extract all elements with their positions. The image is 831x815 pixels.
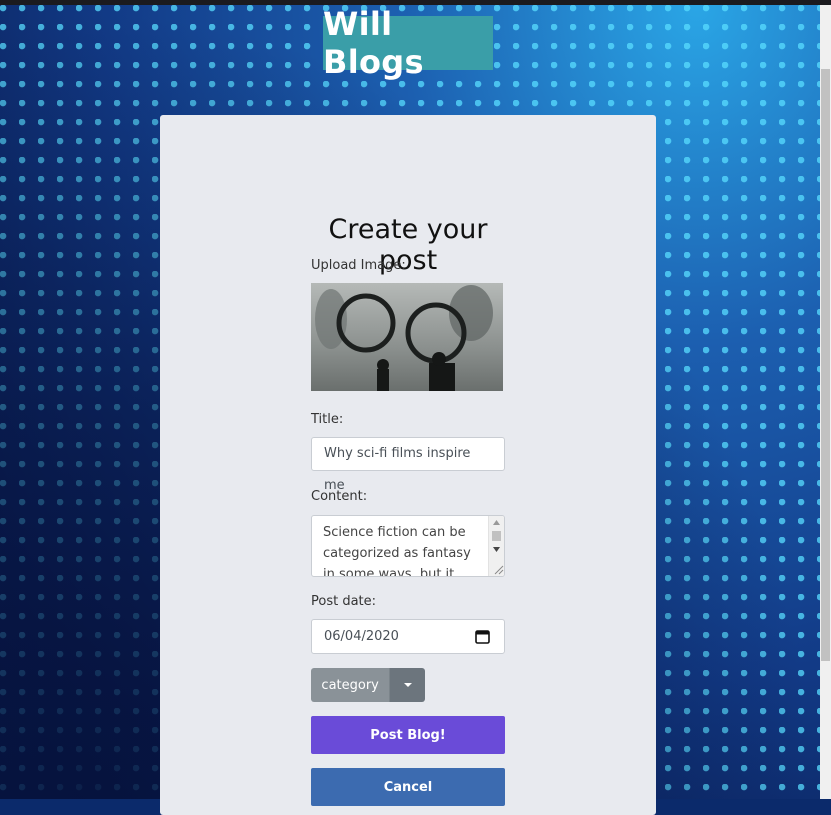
calendar-icon[interactable] [475,629,490,644]
title-input[interactable]: Why sci-fi films inspire me [311,437,505,493]
category-toggle[interactable] [389,668,425,702]
scroll-down-icon[interactable] [493,547,500,552]
scroll-up-icon[interactable] [493,520,500,525]
post-date-input[interactable]: 06/04/2020 [311,619,505,654]
page-scrollbar[interactable] [820,5,831,799]
content-scroll-thumb[interactable] [492,531,501,541]
site-logo[interactable]: Will Blogs [323,5,493,81]
content-text: Science fiction can be categorized as fa… [323,525,471,577]
caret-down-icon [403,683,412,687]
page-scrollbar-thumb[interactable] [821,69,830,661]
content-scrollbar-art [492,520,504,575]
upload-image-label: Upload Image: [311,258,406,273]
post-date-value: 06/04/2020 [324,629,399,644]
content-textarea[interactable]: Science fiction can be categorized as fa… [311,515,505,577]
title-label: Title: [311,412,344,427]
content-scrollbar[interactable] [488,516,504,576]
category-dropdown[interactable]: category [311,668,425,702]
resize-grip-icon[interactable] [494,565,504,575]
post-blog-button[interactable]: Post Blog! [311,716,505,754]
preview-image-art [315,285,493,391]
post-date-label: Post date: [311,594,377,609]
uploaded-image-preview[interactable] [311,283,503,391]
content-label: Content: [311,489,368,504]
cancel-button[interactable]: Cancel [311,768,505,806]
category-button[interactable]: category [311,668,390,702]
